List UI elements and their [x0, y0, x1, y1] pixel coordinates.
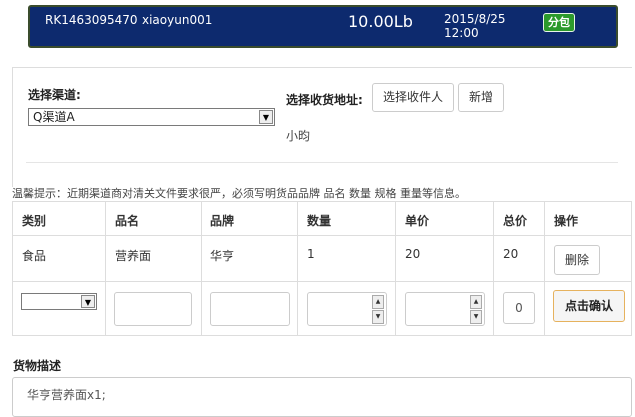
- row-total: 20: [503, 247, 519, 261]
- address-label: 选择收货地址:: [286, 93, 363, 107]
- new-category-select[interactable]: ▼: [21, 293, 97, 310]
- new-name-input[interactable]: [114, 292, 192, 326]
- package-time: 12:00: [444, 26, 479, 40]
- package-weight: 10.00Lb: [348, 12, 413, 31]
- row-brand: 华亨: [210, 249, 235, 263]
- table-border: [12, 201, 13, 335]
- channel-select[interactable]: Q渠道A ▼: [28, 108, 275, 126]
- col-header-name: 品名: [115, 214, 140, 228]
- package-summary: RK1463095470 xiaoyun001 10.00Lb 2015/8/2…: [28, 5, 618, 48]
- package-date: 2015/8/25: [444, 12, 506, 26]
- table-border: [631, 201, 632, 335]
- add-address-button[interactable]: 新增: [458, 83, 504, 112]
- description-textarea[interactable]: 华亨营养面x1;: [12, 377, 632, 417]
- table-border: [544, 201, 545, 335]
- row-quantity: 1: [307, 247, 315, 261]
- new-unit-price-input[interactable]: ▲ ▼: [405, 292, 485, 326]
- col-header-action: 操作: [554, 214, 579, 228]
- decrement-icon[interactable]: ▼: [470, 310, 482, 324]
- increment-icon[interactable]: ▲: [470, 295, 482, 309]
- row-category: 食品: [22, 249, 47, 263]
- notice-text: 温馨提示：近期渠道商对清关文件要求很严，必须写明货品品牌 品名 数量 规格 重量…: [12, 187, 466, 200]
- table-border: [201, 201, 202, 335]
- shipping-panel: [12, 67, 632, 187]
- channel-label: 选择渠道:: [28, 88, 81, 102]
- table-border: [493, 201, 494, 335]
- table-border: [297, 201, 298, 335]
- row-unit-price: 20: [405, 247, 421, 261]
- description-label: 货物描述: [13, 359, 62, 373]
- new-brand-input[interactable]: [210, 292, 290, 326]
- order-number: RK1463095470: [45, 13, 138, 27]
- package-datetime: 2015/8/25 12:00: [444, 12, 506, 40]
- col-header-category: 类别: [22, 214, 47, 228]
- chevron-down-icon: ▼: [259, 110, 273, 124]
- col-header-unit-price: 单价: [405, 214, 430, 228]
- recipient-name: 小昀: [286, 129, 311, 143]
- new-total-field[interactable]: 0: [503, 292, 535, 324]
- delete-row-button[interactable]: 删除: [554, 245, 600, 275]
- new-quantity-input[interactable]: ▲ ▼: [307, 292, 387, 326]
- username: xiaoyun001: [142, 13, 213, 27]
- col-header-total: 总价: [503, 214, 528, 228]
- header-bar: RK1463095470 xiaoyun001 10.00Lb 2015/8/2…: [0, 0, 635, 58]
- table-border: [395, 201, 396, 335]
- col-header-brand: 品牌: [210, 214, 235, 228]
- split-package-badge[interactable]: 分包: [543, 13, 575, 32]
- confirm-button[interactable]: 点击确认: [553, 290, 625, 322]
- select-recipient-button[interactable]: 选择收件人: [372, 83, 454, 112]
- col-header-quantity: 数量: [307, 214, 332, 228]
- chevron-down-icon: ▼: [81, 295, 95, 308]
- divider: [26, 162, 618, 163]
- channel-select-value: Q渠道A: [33, 110, 75, 124]
- row-name: 营养面: [115, 249, 152, 263]
- decrement-icon[interactable]: ▼: [372, 310, 384, 324]
- increment-icon[interactable]: ▲: [372, 295, 384, 309]
- table-border: [105, 201, 106, 335]
- table-border: [12, 335, 632, 336]
